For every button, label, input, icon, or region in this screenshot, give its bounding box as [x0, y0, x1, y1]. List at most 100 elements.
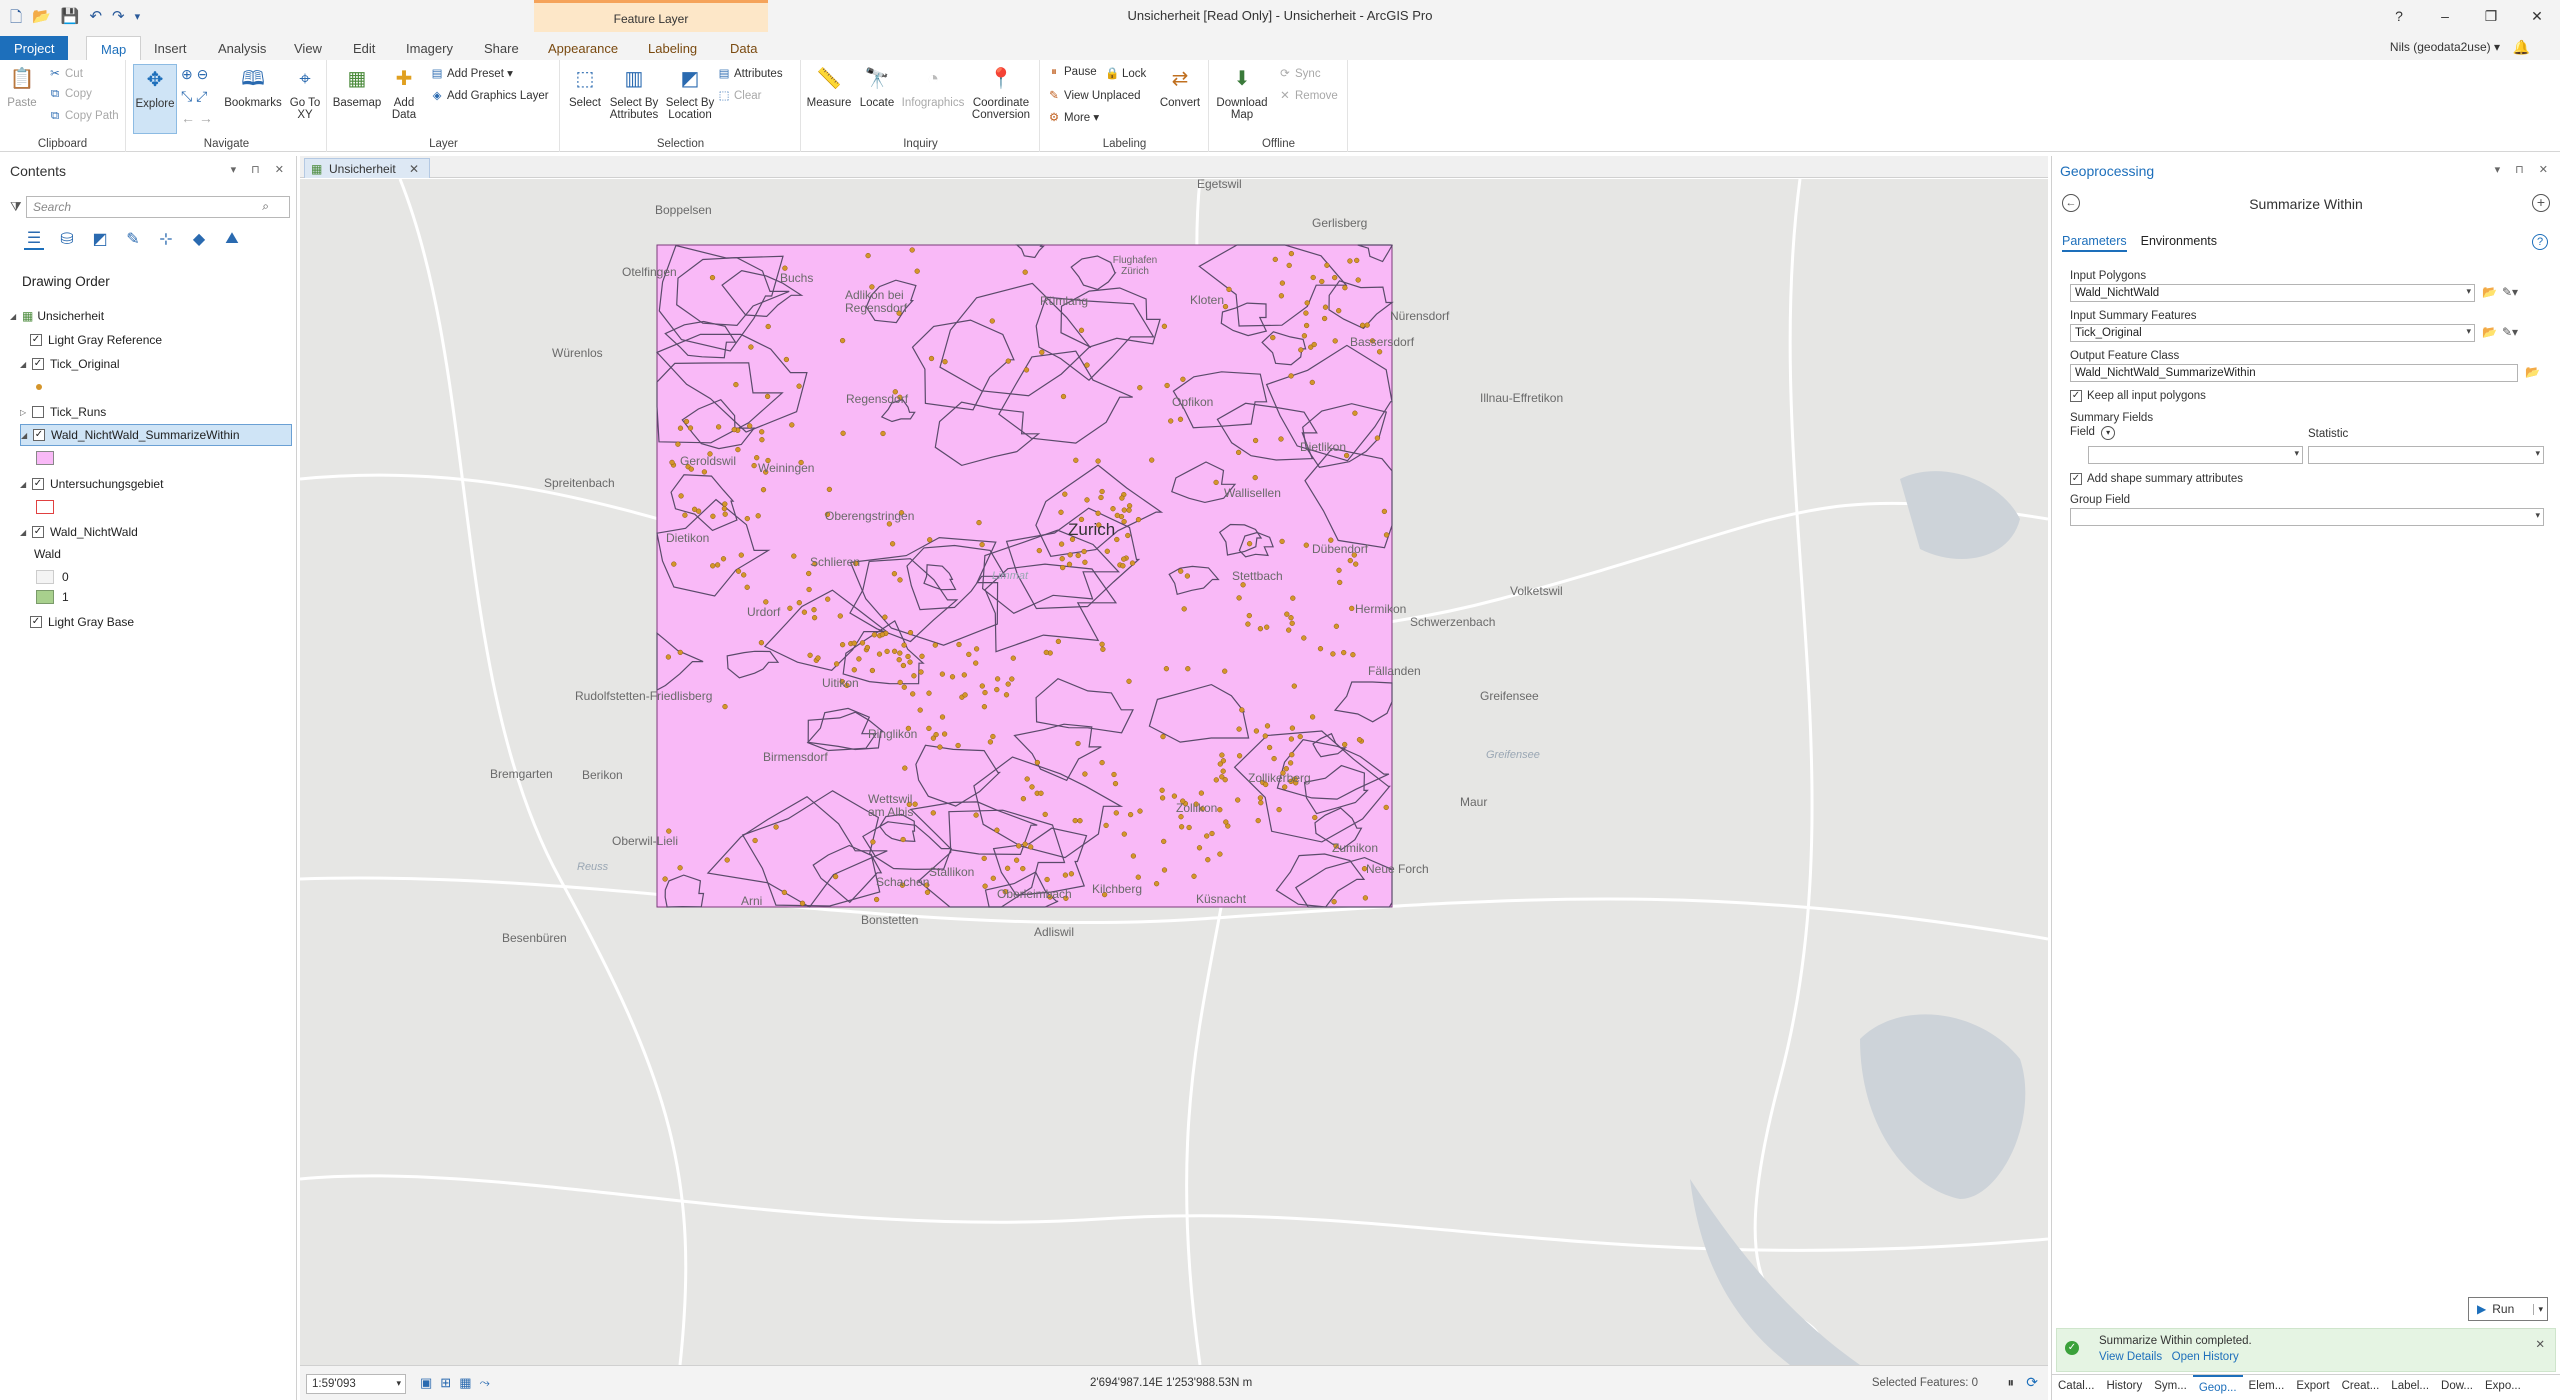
statistic-select[interactable]: ▾: [2308, 446, 2544, 464]
tab-create[interactable]: Creat...: [2336, 1375, 2386, 1400]
full-extent-icon[interactable]: ⤡ ⤢: [181, 88, 207, 105]
visibility-checkbox[interactable]: ✓: [32, 358, 44, 370]
tab-parameters[interactable]: Parameters: [2062, 234, 2127, 252]
user-account[interactable]: Nils (geodata2use) ▾: [2390, 40, 2500, 54]
go-to-xy-button[interactable]: ⌖ Go To XY: [285, 64, 325, 121]
chevron-down-icon[interactable]: ▾: [2466, 286, 2471, 297]
tab-export-2[interactable]: Expo...: [2479, 1375, 2527, 1400]
list-by-labeling-icon[interactable]: ◆: [189, 228, 209, 250]
collapse-icon[interactable]: ◢: [20, 528, 32, 537]
layer-wald-nichtwald[interactable]: ◢ ✓ Wald_NichtWald: [20, 522, 138, 542]
add-icon[interactable]: +: [2532, 194, 2550, 212]
search-icon[interactable]: ⌕: [262, 199, 269, 214]
help-button[interactable]: ?: [2376, 0, 2422, 32]
close-tab-icon[interactable]: ✕: [409, 162, 419, 176]
chevron-down-circle-icon[interactable]: ▾: [2101, 426, 2116, 440]
list-by-source-icon[interactable]: ⛁: [57, 228, 77, 250]
sync-button[interactable]: ⟳ Sync: [1278, 66, 1320, 80]
chevron-down-icon[interactable]: ▾: [2533, 1303, 2543, 1315]
visibility-checkbox[interactable]: [32, 406, 44, 418]
collapse-icon[interactable]: ◢: [20, 360, 32, 369]
tab-labeling[interactable]: Label...: [2385, 1375, 2435, 1400]
collapse-icon[interactable]: ◢: [10, 312, 22, 321]
tab-history[interactable]: History: [2100, 1375, 2148, 1400]
chevron-down-icon[interactable]: ▾: [2535, 448, 2540, 459]
download-map-button[interactable]: ⬇ Download Map: [1212, 64, 1272, 121]
list-by-selection-icon[interactable]: ◩: [90, 228, 110, 250]
tab-environments[interactable]: Environments: [2141, 234, 2217, 252]
layer-tick-runs[interactable]: ▷ Tick_Runs: [20, 402, 106, 422]
bookmarks-button[interactable]: 🕮 Bookmarks: [223, 64, 283, 109]
tab-element[interactable]: Elem...: [2243, 1375, 2291, 1400]
close-button[interactable]: ✕: [2514, 0, 2560, 32]
infographics-button[interactable]: ◔ Infographics: [900, 64, 966, 109]
basemap-button[interactable]: ▦ Basemap: [332, 64, 382, 109]
grid-icon[interactable]: ⊞: [440, 1375, 451, 1391]
summary-field-select[interactable]: ▾: [2088, 446, 2303, 464]
tab-data[interactable]: Data: [716, 36, 771, 60]
list-by-drawing-order-icon[interactable]: ☰: [24, 228, 44, 250]
restore-button[interactable]: ❐: [2468, 0, 2514, 32]
view-details-link[interactable]: View Details: [2099, 1351, 2162, 1363]
tab-share[interactable]: Share: [470, 36, 533, 60]
select-button[interactable]: ⬚ Select: [565, 64, 605, 109]
tab-symbology[interactable]: Sym...: [2148, 1375, 2193, 1400]
help-icon[interactable]: ?: [2532, 234, 2548, 250]
pane-controls-icon[interactable]: ▾ ⊓ ✕: [231, 163, 290, 176]
tab-download[interactable]: Dow...: [2435, 1375, 2479, 1400]
input-polygons-field[interactable]: Wald_NichtWald ▾: [2070, 284, 2475, 302]
list-by-perspective-icon[interactable]: ⛰: [222, 228, 242, 250]
keep-all-polygons-checkbox[interactable]: ✓ Keep all input polygons: [2070, 390, 2206, 402]
layer-light-gray-base[interactable]: ✓ Light Gray Base: [30, 612, 134, 632]
pause-labeling-button[interactable]: ⏸ Pause: [1047, 66, 1096, 79]
tab-insert[interactable]: Insert: [140, 36, 201, 60]
tab-geoprocessing[interactable]: Geop...: [2192, 1375, 2243, 1400]
remove-button[interactable]: ✕ Remove: [1278, 88, 1338, 102]
input-summary-field[interactable]: Tick_Original ▾: [2070, 324, 2475, 342]
edit-pencil-icon[interactable]: ✎▾: [2502, 285, 2518, 299]
tab-project[interactable]: Project: [0, 36, 69, 60]
coordinate-conversion-button[interactable]: 📍 Coordinate Conversion: [968, 64, 1034, 121]
refresh-icon[interactable]: ⟳: [2026, 1374, 2038, 1391]
snapping-icon[interactable]: ⤳: [480, 1375, 490, 1391]
visibility-checkbox[interactable]: ✓: [33, 429, 45, 441]
visibility-checkbox[interactable]: ✓: [30, 616, 42, 628]
convert-button[interactable]: ⇄ Convert: [1155, 64, 1205, 109]
tab-map[interactable]: Map: [86, 36, 142, 60]
visibility-checkbox[interactable]: ✓: [30, 334, 42, 346]
select-by-location-button[interactable]: ◩ Select By Location: [663, 64, 717, 121]
tab-edit[interactable]: Edit: [339, 36, 389, 60]
add-shape-summary-checkbox[interactable]: ✓ Add shape summary attributes: [2070, 473, 2243, 485]
contents-search-input[interactable]: Search ⌕: [26, 196, 290, 218]
layer-untersuchungsgebiet[interactable]: ◢ ✓ Untersuchungsgebiet: [20, 474, 163, 494]
copy-path-button[interactable]: ⧉ Copy Path: [48, 110, 119, 123]
minimize-button[interactable]: –: [2422, 0, 2468, 32]
add-preset-button[interactable]: ▤ Add Preset ▾: [430, 66, 513, 80]
attributes-button[interactable]: ▤ Attributes: [717, 66, 783, 80]
tab-catalog[interactable]: Catal...: [2052, 1375, 2100, 1400]
layer-tick-original[interactable]: ◢ ✓ Tick_Original: [20, 354, 120, 374]
visibility-checkbox[interactable]: ✓: [32, 478, 44, 490]
cut-button[interactable]: ✂ Cut: [48, 66, 83, 80]
paste-button[interactable]: 📋 Paste: [2, 64, 42, 109]
close-banner-icon[interactable]: ✕: [2535, 1337, 2545, 1351]
fixed-zoom-icons[interactable]: ⊕ ⊖: [181, 66, 208, 83]
measure-button[interactable]: 📏 Measure: [804, 64, 854, 109]
map-view[interactable]: Zurich Egetswil Boppelsen Gerlisberg Ote…: [300, 179, 2048, 1365]
tab-view[interactable]: View: [280, 36, 336, 60]
select-by-attributes-button[interactable]: ▥ Select By Attributes: [607, 64, 661, 121]
collapse-icon[interactable]: ◢: [21, 431, 33, 440]
list-by-snapping-icon[interactable]: ⊹: [156, 228, 176, 250]
pause-drawing-icon[interactable]: ⏸: [2008, 1375, 2015, 1391]
layer-light-gray-reference[interactable]: ✓ Light Gray Reference: [30, 330, 162, 350]
tab-export[interactable]: Export: [2290, 1375, 2335, 1400]
previous-next-extent-icons[interactable]: ← →: [181, 110, 213, 126]
group-field-select[interactable]: ▾: [2070, 508, 2544, 526]
tab-imagery[interactable]: Imagery: [392, 36, 467, 60]
chevron-down-icon[interactable]: ▾: [2466, 326, 2471, 337]
scale-selector[interactable]: 1:59'093 ▾: [306, 1374, 406, 1394]
pane-controls-icon[interactable]: ▾ ⊓ ✕: [2495, 163, 2554, 176]
clear-selection-button[interactable]: ⬚ Clear: [717, 88, 762, 102]
copy-button[interactable]: ⧉ Copy: [48, 88, 92, 101]
tab-appearance[interactable]: Appearance: [534, 36, 632, 60]
